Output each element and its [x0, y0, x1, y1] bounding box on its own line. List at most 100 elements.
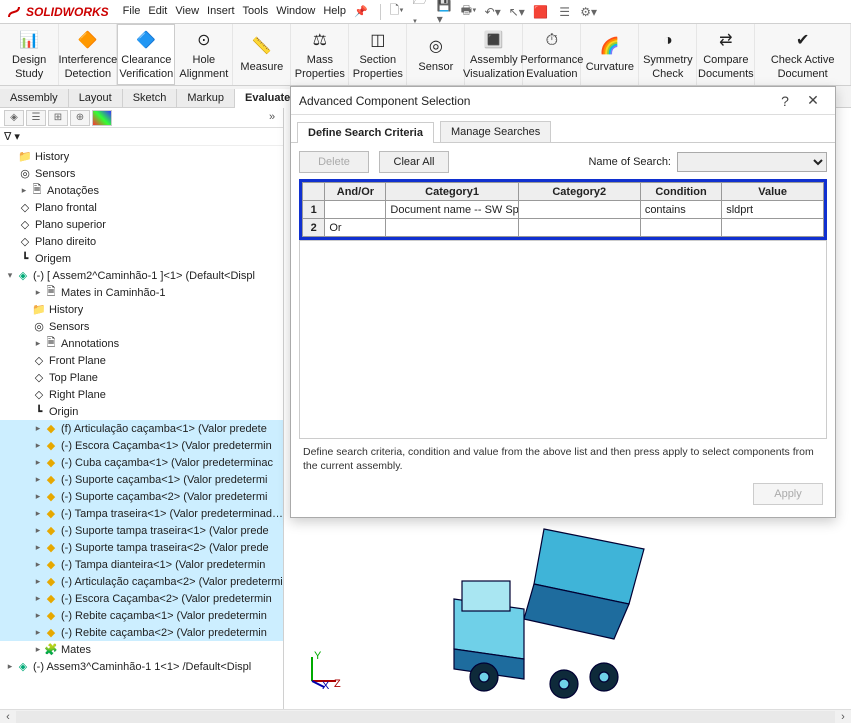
undo-icon[interactable]: ↶▾	[485, 4, 501, 20]
tree-plane-front[interactable]: ◇Plano frontal	[0, 199, 283, 216]
tree-origin[interactable]: ┗Origem	[0, 250, 283, 267]
tree-sub-history[interactable]: 📁History	[0, 301, 283, 318]
ribbon-measure[interactable]: 📏Measure	[233, 24, 291, 85]
ribbon-curv[interactable]: 🌈Curvature	[581, 24, 639, 85]
criteria-row[interactable]: 2 Or	[303, 219, 824, 237]
tree-sub-top[interactable]: ◇Top Plane	[0, 369, 283, 386]
cell-cond[interactable]	[640, 219, 721, 237]
apply-button[interactable]: Apply	[753, 483, 823, 505]
cell-cat1[interactable]	[386, 219, 518, 237]
cell-val[interactable]: sldprt	[722, 201, 824, 219]
tab-define-criteria[interactable]: Define Search Criteria	[297, 122, 434, 143]
tab-markup[interactable]: Markup	[177, 89, 235, 107]
criteria-row[interactable]: 1 Document name -- SW Sp contains sldprt	[303, 201, 824, 219]
fm-tab-prop-icon[interactable]: ☰	[26, 110, 46, 126]
help-icon[interactable]: ?	[771, 93, 799, 109]
tree-part[interactable]: ▸◆(-) Articulação caçamba<2> (Valor pred…	[0, 573, 283, 590]
cell-andor[interactable]	[325, 201, 386, 219]
delete-button[interactable]: Delete	[299, 151, 369, 173]
fm-tab-tree-icon[interactable]: ◈	[4, 110, 24, 126]
tree-sub-sensors[interactable]: ◎Sensors	[0, 318, 283, 335]
tree-history[interactable]: 📁History	[0, 148, 283, 165]
menu-file[interactable]: File	[123, 5, 141, 18]
tree-part[interactable]: ▸◆(-) Suporte caçamba<2> (Valor predeter…	[0, 488, 283, 505]
rebuild-icon[interactable]: 🟥	[533, 4, 549, 20]
ribbon-asmvis[interactable]: 🔳AssemblyVisualization	[465, 24, 523, 85]
ribbon-perf[interactable]: ⏱PerformanceEvaluation	[523, 24, 581, 85]
collapse-pane-icon[interactable]: »	[265, 110, 279, 124]
tree-plane-right[interactable]: ◇Plano direito	[0, 233, 283, 250]
tree-sensors[interactable]: ◎Sensors	[0, 165, 283, 182]
scroll-right-icon[interactable]: ›	[835, 711, 851, 723]
ribbon-clearance[interactable]: 🔷ClearanceVerification	[117, 24, 175, 85]
menu-insert[interactable]: Insert	[207, 5, 235, 18]
ribbon-sym[interactable]: ◑SymmetryCheck	[639, 24, 697, 85]
tree-mates-in[interactable]: ▸🗎Mates in Caminhão-1	[0, 284, 283, 301]
ribbon-design-study[interactable]: 📊Design Study	[0, 24, 59, 85]
print-icon[interactable]: 🖶▾	[461, 4, 477, 20]
tab-manage-searches[interactable]: Manage Searches	[440, 121, 551, 142]
menu-window[interactable]: Window	[276, 5, 315, 18]
ribbon-compare[interactable]: ⇄CompareDocuments	[697, 24, 755, 85]
tree-sub-front[interactable]: ◇Front Plane	[0, 352, 283, 369]
tree-part[interactable]: ▸◆(-) Suporte caçamba<1> (Valor predeter…	[0, 471, 283, 488]
open-icon[interactable]: 🗁▾	[413, 4, 429, 20]
cell-cond[interactable]: contains	[640, 201, 721, 219]
ribbon-hole[interactable]: ⊙HoleAlignment	[175, 24, 233, 85]
tree-part[interactable]: ▸◆(-) Escora Caçamba<1> (Valor predeterm…	[0, 437, 283, 454]
settings-icon[interactable]: ⚙▾	[581, 4, 597, 20]
name-of-search-select[interactable]	[677, 152, 827, 172]
tree-plane-top[interactable]: ◇Plano superior	[0, 216, 283, 233]
tree-part[interactable]: ▸◆(-) Rebite caçamba<1> (Valor predeterm…	[0, 607, 283, 624]
tree-part[interactable]: ▸◆(-) Cuba caçamba<1> (Valor predetermin…	[0, 454, 283, 471]
tree-mates[interactable]: ▸🧩Mates	[0, 641, 283, 658]
new-icon[interactable]: 🗋▾	[389, 4, 405, 20]
fm-tab-display-icon[interactable]	[92, 110, 112, 126]
fm-tab-dim-icon[interactable]: ⊕	[70, 110, 90, 126]
feature-tree[interactable]: 📁History ◎Sensors ▸🗎Anotações ◇Plano fro…	[0, 146, 283, 709]
select-icon[interactable]: ↖▾	[509, 4, 525, 20]
criteria-extra-area[interactable]	[299, 240, 827, 439]
tree-part[interactable]: ▸◆(-) Tampa dianteira<1> (Valor predeter…	[0, 556, 283, 573]
tab-assembly[interactable]: Assembly	[0, 89, 69, 107]
cell-cat2[interactable]	[518, 201, 640, 219]
tree-sub-asm-2[interactable]: ▸◈(-) Assem3^Caminhão-1 1<1> /Default<Di…	[0, 658, 283, 675]
options-icon[interactable]: ☰	[557, 4, 573, 20]
pin-icon[interactable]: 📌	[354, 5, 368, 18]
cell-andor[interactable]: Or	[325, 219, 386, 237]
dialog-titlebar[interactable]: Advanced Component Selection ? ✕	[291, 87, 835, 115]
tree-part[interactable]: ▸◆(f) Articulação caçamba<1> (Valor pred…	[0, 420, 283, 437]
ribbon-sensor[interactable]: ◎Sensor	[407, 24, 465, 85]
tree-sub-assembly[interactable]: ▾◈(-) [ Assem2^Caminhão-1 ]<1> (Default<…	[0, 267, 283, 284]
tree-part[interactable]: ▸◆(-) Suporte tampa traseira<2> (Valor p…	[0, 539, 283, 556]
save-icon[interactable]: 💾▾	[437, 4, 453, 20]
scroll-track[interactable]	[16, 711, 835, 723]
cell-val[interactable]	[722, 219, 824, 237]
cell-cat1[interactable]: Document name -- SW Sp	[386, 201, 518, 219]
horizontal-scrollbar[interactable]: ‹ ›	[0, 709, 851, 723]
ribbon-check[interactable]: ✔Check Active Document	[755, 24, 851, 85]
tab-sketch[interactable]: Sketch	[123, 89, 178, 107]
close-icon[interactable]: ✕	[799, 92, 827, 109]
fm-tab-config-icon[interactable]: ⊞	[48, 110, 68, 126]
criteria-table[interactable]: And/Or Category1 Category2 Condition Val…	[302, 182, 824, 237]
tab-layout[interactable]: Layout	[69, 89, 123, 107]
ribbon-mass[interactable]: ⚖MassProperties	[291, 24, 349, 85]
clear-all-button[interactable]: Clear All	[379, 151, 449, 173]
tree-part[interactable]: ▸◆(-) Suporte tampa traseira<1> (Valor p…	[0, 522, 283, 539]
menu-view[interactable]: View	[175, 5, 199, 18]
menu-edit[interactable]: Edit	[148, 5, 167, 18]
ribbon-interference[interactable]: 🔶InterferenceDetection	[59, 24, 117, 85]
tree-part[interactable]: ▸◆(-) Rebite caçamba<2> (Valor predeterm…	[0, 624, 283, 641]
tree-part[interactable]: ▸◆(-) Tampa traseira<1> (Valor predeterm…	[0, 505, 283, 522]
tree-annotations[interactable]: ▸🗎Anotações	[0, 182, 283, 199]
filter-bar[interactable]: ∇ ▾	[0, 128, 283, 146]
cell-cat2[interactable]	[518, 219, 640, 237]
tree-sub-origin[interactable]: ┗Origin	[0, 403, 283, 420]
tree-part[interactable]: ▸◆(-) Escora Caçamba<2> (Valor predeterm…	[0, 590, 283, 607]
scroll-left-icon[interactable]: ‹	[0, 711, 16, 723]
tree-sub-annot[interactable]: ▸🗎Annotations	[0, 335, 283, 352]
menu-tools[interactable]: Tools	[243, 5, 269, 18]
menu-help[interactable]: Help	[323, 5, 346, 18]
tree-sub-right[interactable]: ◇Right Plane	[0, 386, 283, 403]
